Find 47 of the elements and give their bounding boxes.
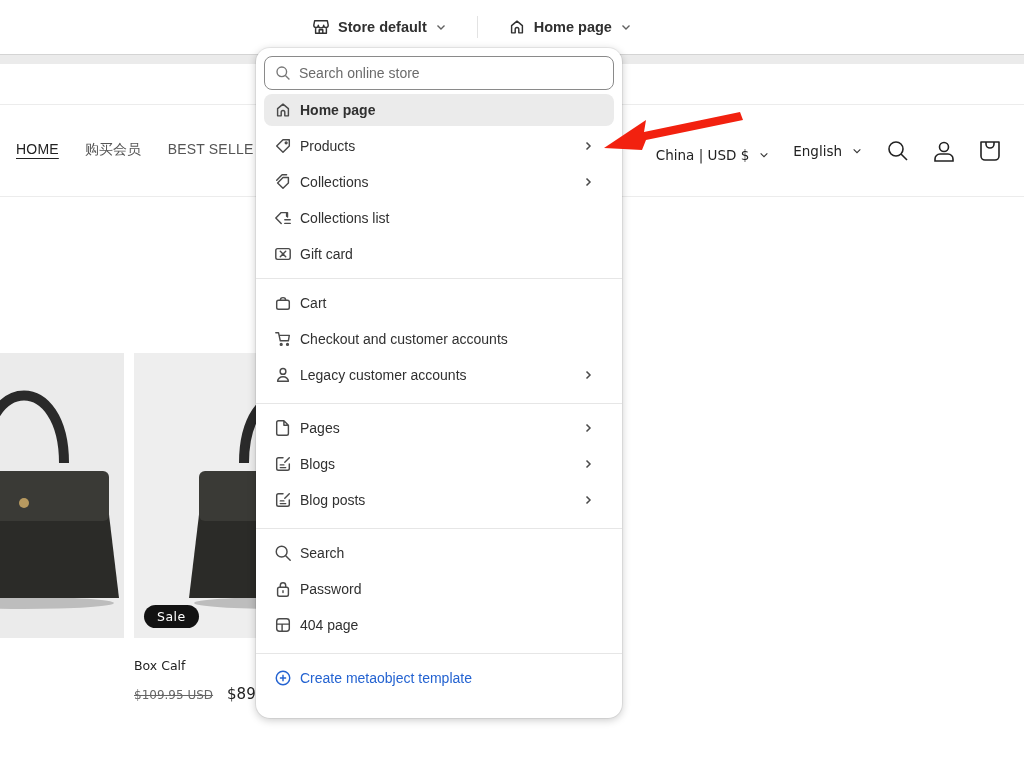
menu-item[interactable]: Gift card (264, 238, 614, 270)
home-icon (274, 101, 292, 119)
menu-item[interactable]: Search (264, 537, 614, 569)
menu-item[interactable]: Checkout and customer accounts (264, 323, 614, 355)
country-label: China | USD $ (655, 146, 750, 163)
page-selector[interactable]: Home page (503, 14, 636, 40)
search-icon (275, 65, 291, 81)
sale-badge: Sale (144, 605, 199, 628)
country-selector[interactable]: China | USD $ (655, 146, 770, 163)
bag-icon (274, 294, 292, 312)
menu-item[interactable]: Blog posts (264, 484, 614, 516)
menu-item[interactable]: 404 page (264, 609, 614, 641)
cart-icon (274, 330, 292, 348)
compare-price: $109.95 USD (134, 688, 214, 702)
lock-icon (274, 580, 292, 598)
tag-list-icon (274, 209, 292, 227)
menu-item[interactable]: Legacy customer accounts (264, 359, 614, 391)
edit-icon (274, 491, 292, 509)
menu-item[interactable]: Collections (264, 166, 614, 198)
sale-price: $89 (227, 685, 256, 703)
menu-item[interactable]: Password (264, 573, 614, 605)
layout-icon (274, 616, 292, 634)
person-icon (274, 366, 292, 384)
cart-icon[interactable] (978, 138, 1002, 163)
gift-card-icon (274, 245, 292, 263)
menu-item[interactable]: Products (264, 130, 614, 162)
tags-icon (274, 173, 292, 191)
search-field[interactable]: Search online store (264, 56, 614, 90)
menu-item[interactable]: Blogs (264, 448, 614, 480)
theme-selector[interactable]: Store default (308, 14, 451, 40)
tag-icon (274, 137, 292, 155)
menu-item[interactable]: Collections list (264, 202, 614, 234)
search-icon[interactable] (886, 138, 910, 163)
nav-link[interactable]: BEST SELLE (167, 140, 254, 161)
edit-icon (274, 455, 292, 473)
page-icon (274, 419, 292, 437)
nav-link[interactable]: HOME (16, 140, 59, 161)
nav-link[interactable]: 购买会员 (84, 140, 142, 161)
create-template-link[interactable]: Create metaobject template (264, 662, 482, 694)
language-selector[interactable]: English (793, 142, 862, 159)
product-title: Box Calf (134, 658, 187, 673)
plus-circle-icon (274, 669, 292, 687)
store-icon (312, 18, 331, 36)
search-icon (274, 544, 292, 562)
menu-item[interactable]: Home page (264, 94, 614, 126)
menu-item[interactable]: Cart (264, 287, 614, 319)
menu-item[interactable]: Pages (264, 412, 614, 444)
